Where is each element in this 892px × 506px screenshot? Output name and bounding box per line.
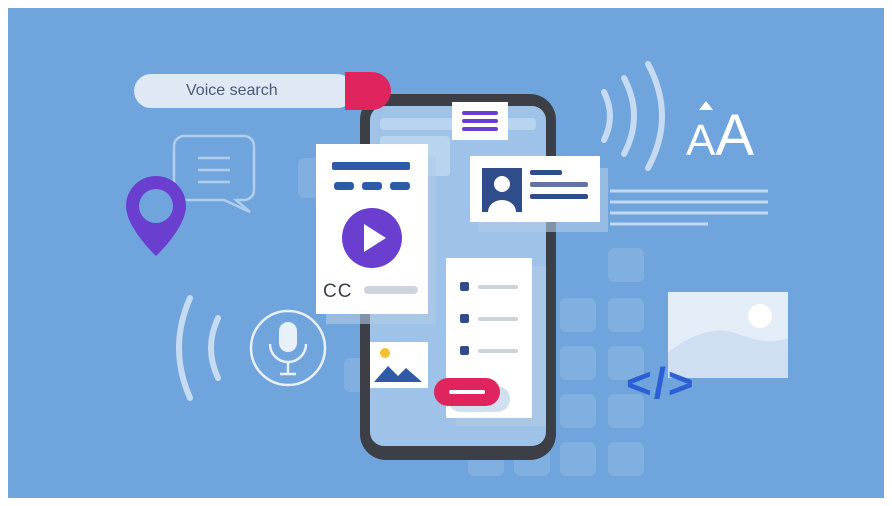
search-label: Voice search — [186, 82, 278, 99]
small-a-label: A — [686, 116, 716, 165]
search-button — [345, 72, 391, 110]
closed-captions-label: CC — [323, 281, 353, 302]
sound-waves-right-icon — [601, 61, 665, 171]
microphone-icon — [249, 309, 327, 387]
code-icon: </> — [626, 359, 696, 408]
location-pin-icon — [126, 176, 186, 256]
image-thumbnail-icon — [370, 342, 428, 388]
profile-card — [470, 156, 608, 232]
chat-bubble-icon — [172, 134, 256, 214]
font-size-icon: AA — [686, 104, 754, 173]
sound-waves-left-icon — [176, 295, 221, 401]
large-a-label: A — [715, 103, 755, 168]
illustration-scene: Voice search CC AA </> — [8, 8, 884, 498]
text-lines-decoration — [610, 189, 768, 226]
menu-card — [452, 102, 508, 140]
